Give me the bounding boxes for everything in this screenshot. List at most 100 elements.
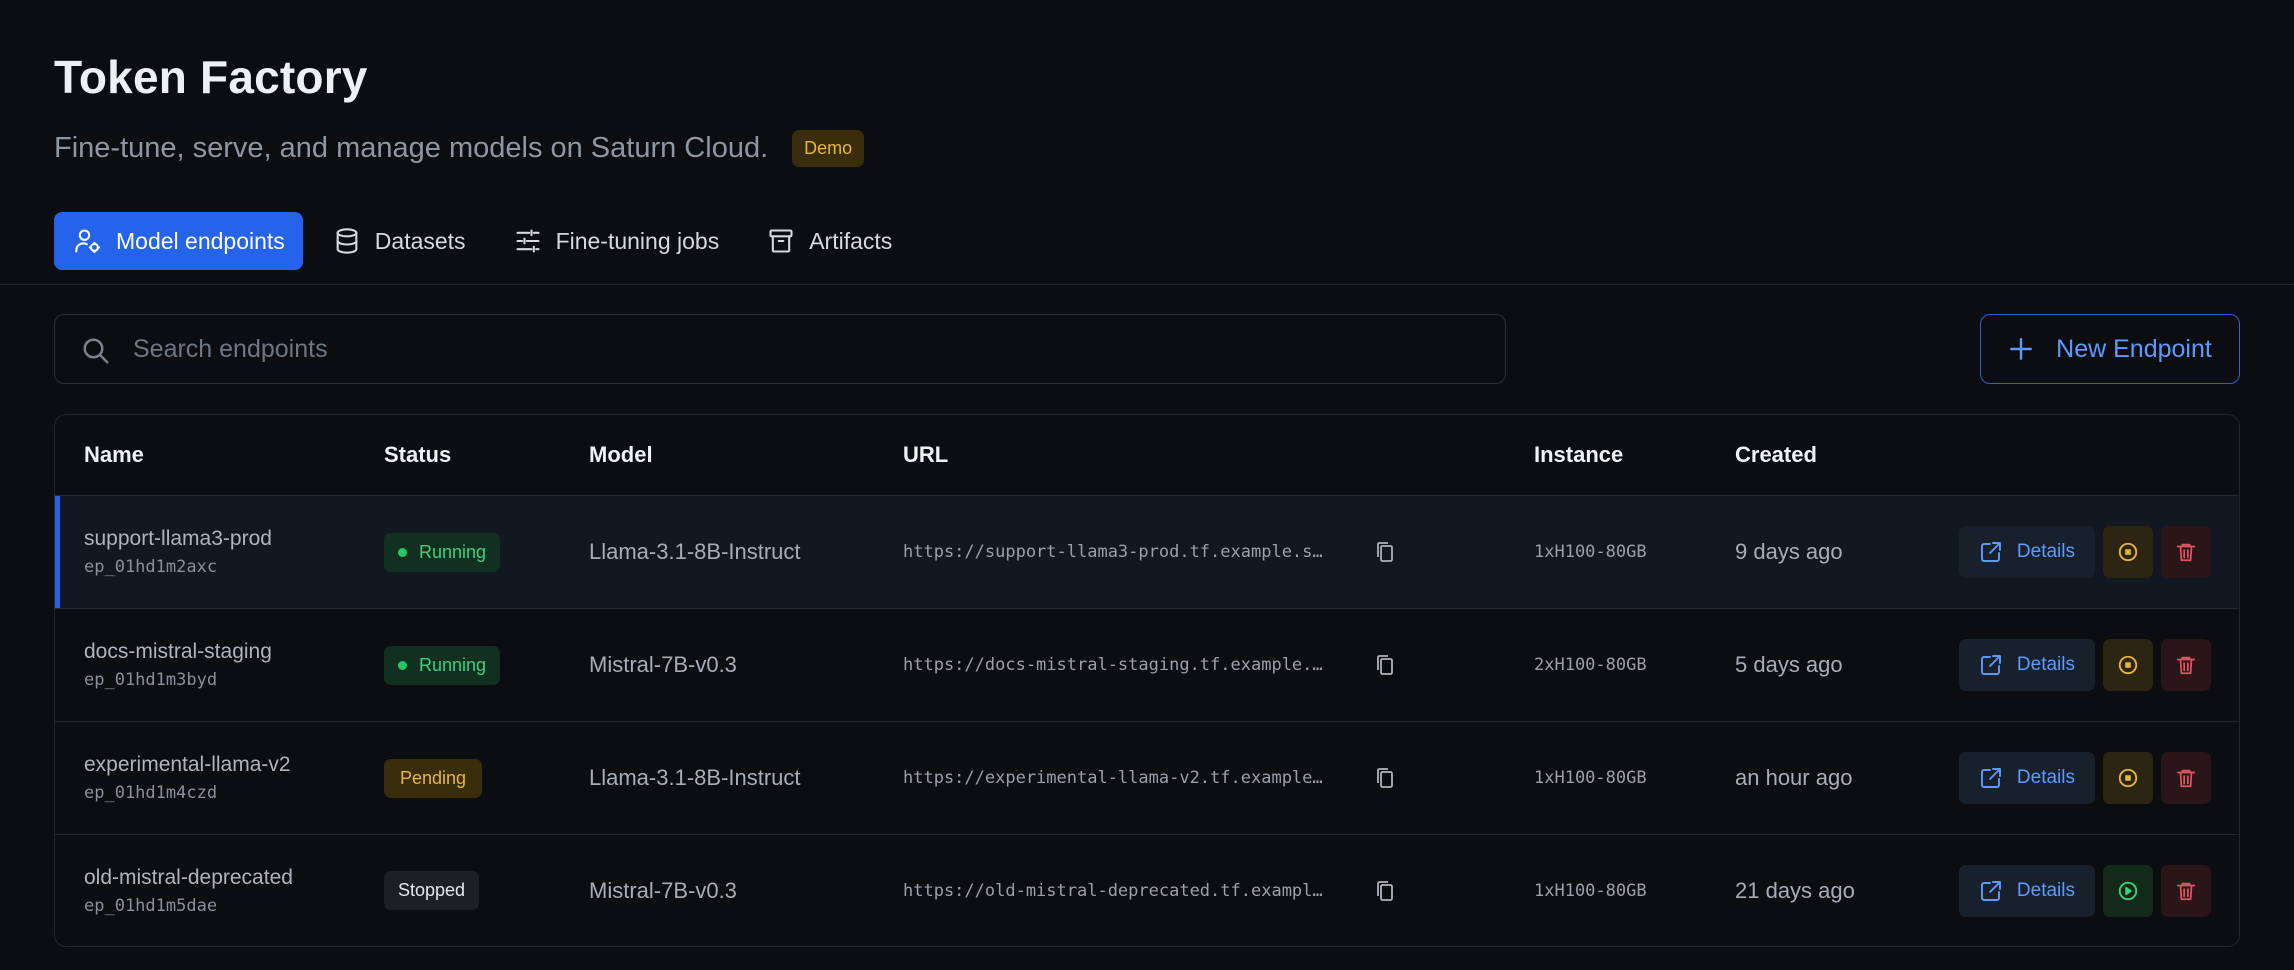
status-text: Running	[419, 654, 487, 675]
subtitle-row: Fine-tune, serve, and manage models on S…	[54, 130, 2240, 167]
search-input[interactable]	[55, 314, 1505, 384]
external-link-icon	[1980, 768, 2001, 788]
stop-button[interactable]	[2103, 526, 2153, 578]
status-badge: Pending	[384, 758, 483, 798]
status-dot	[398, 547, 407, 557]
endpoint-name-cell: docs-mistral-staging ep_01hd1m3byd	[55, 640, 384, 690]
url-cell: https://old-mistral-deprecated.tf.exampl…	[903, 879, 1534, 903]
header-name: Name	[84, 442, 144, 467]
table-row[interactable]: support-llama3-prod ep_01hd1m2axc Runnin…	[55, 496, 2239, 609]
endpoint-name-cell: old-mistral-deprecated ep_01hd1m5dae	[55, 866, 384, 916]
tab-bar: Model endpoints Datasets Fine-tuning job…	[54, 212, 2240, 270]
trash-icon	[2176, 543, 2196, 562]
table-row[interactable]: docs-mistral-staging ep_01hd1m3byd Runni…	[55, 609, 2239, 722]
instance-type: 1xH100-80GB	[1534, 880, 1647, 901]
user-settings-icon	[75, 229, 101, 254]
endpoint-name: experimental-llama-v2	[84, 753, 291, 776]
details-button[interactable]: Details	[1958, 752, 2095, 804]
status-cell: Pending	[384, 758, 589, 798]
copy-icon[interactable]	[1373, 766, 1397, 790]
tab-model-endpoints[interactable]: Model endpoints	[54, 212, 303, 270]
header-status: Status	[384, 442, 452, 467]
status-badge: Running	[384, 532, 501, 572]
endpoint-url: https://experimental-llama-v2.tf.example…	[903, 768, 1323, 788]
stop-circle-icon	[2118, 542, 2138, 562]
details-button[interactable]: Details	[1958, 526, 2095, 578]
delete-button[interactable]	[2161, 752, 2211, 804]
tab-datasets[interactable]: Datasets	[315, 212, 484, 270]
endpoint-url: https://docs-mistral-staging.tf.example.…	[903, 655, 1323, 675]
delete-button[interactable]	[2161, 639, 2211, 691]
tab-fine-tuning-jobs[interactable]: Fine-tuning jobs	[496, 212, 738, 270]
search-box	[54, 314, 1506, 384]
status-text: Running	[419, 541, 487, 562]
tab-label: Model endpoints	[116, 227, 285, 254]
new-endpoint-label: New Endpoint	[2056, 334, 2212, 363]
status-badge: Stopped	[384, 871, 480, 910]
external-link-icon	[1980, 655, 2001, 675]
created-time: 9 days ago	[1735, 539, 1843, 564]
tab-artifacts[interactable]: Artifacts	[749, 212, 910, 270]
endpoint-id: ep_01hd1m2axc	[84, 557, 218, 577]
endpoint-name-cell: experimental-llama-v2 ep_01hd1m4czd	[55, 753, 384, 803]
endpoint-id: ep_01hd1m3byd	[84, 670, 218, 690]
stop-button[interactable]	[2103, 639, 2153, 691]
endpoint-id: ep_01hd1m5dae	[84, 895, 218, 916]
row-actions: Details	[1935, 526, 2239, 578]
copy-icon[interactable]	[1373, 879, 1397, 903]
row-actions: Details	[1935, 752, 2239, 804]
details-button[interactable]: Details	[1958, 639, 2095, 691]
external-link-icon	[1980, 542, 2001, 562]
status-badge: Running	[384, 645, 501, 685]
archive-icon	[769, 229, 793, 253]
endpoint-name: old-mistral-deprecated	[84, 865, 293, 889]
new-endpoint-button[interactable]: New Endpoint	[1980, 314, 2240, 384]
tab-label: Artifacts	[809, 227, 893, 254]
instance-type: 2xH100-80GB	[1534, 655, 1647, 675]
trash-icon	[2176, 656, 2196, 675]
header-model: Model	[589, 442, 653, 467]
delete-button[interactable]	[2161, 864, 2211, 917]
details-label: Details	[2016, 654, 2075, 675]
stop-button[interactable]	[2103, 752, 2153, 804]
demo-badge: Demo	[792, 130, 865, 167]
details-button[interactable]: Details	[1958, 864, 2095, 917]
delete-button[interactable]	[2161, 526, 2211, 578]
row-actions: Details	[1935, 864, 2239, 917]
instance-type: 1xH100-80GB	[1534, 768, 1647, 788]
trash-icon	[2176, 769, 2196, 788]
search-icon	[83, 338, 109, 364]
page-subtitle: Fine-tune, serve, and manage models on S…	[54, 132, 769, 164]
row-actions: Details	[1935, 639, 2239, 691]
table-row[interactable]: old-mistral-deprecated ep_01hd1m5dae Sto…	[55, 835, 2239, 946]
sliders-icon	[516, 229, 540, 253]
header-created: Created	[1735, 442, 1817, 467]
page-header: Token Factory Fine-tune, serve, and mana…	[0, 0, 2294, 270]
status-cell: Running	[384, 645, 589, 685]
start-button[interactable]	[2103, 864, 2153, 917]
stop-circle-icon	[2118, 655, 2138, 675]
status-cell: Running	[384, 532, 589, 572]
model-name: Mistral-7B-v0.3	[589, 877, 737, 903]
instance-type: 1xH100-80GB	[1534, 542, 1647, 562]
model-name: Llama-3.1-8B-Instruct	[589, 539, 801, 564]
created-time: 21 days ago	[1735, 877, 1855, 903]
table-row[interactable]: experimental-llama-v2 ep_01hd1m4czd Pend…	[55, 722, 2239, 835]
play-circle-icon	[2118, 881, 2138, 900]
endpoint-url: https://support-llama3-prod.tf.example.s…	[903, 542, 1323, 562]
model-name: Llama-3.1-8B-Instruct	[589, 765, 801, 790]
trash-icon	[2176, 882, 2196, 900]
url-cell: https://experimental-llama-v2.tf.example…	[903, 766, 1534, 790]
copy-icon[interactable]	[1373, 653, 1397, 677]
endpoint-url: https://old-mistral-deprecated.tf.exampl…	[903, 880, 1323, 901]
url-cell: https://support-llama3-prod.tf.example.s…	[903, 540, 1534, 564]
url-cell: https://docs-mistral-staging.tf.example.…	[903, 653, 1534, 677]
page-title: Token Factory	[54, 51, 368, 103]
status-dot	[398, 660, 407, 670]
header-instance: Instance	[1534, 442, 1624, 467]
model-name: Mistral-7B-v0.3	[589, 652, 737, 677]
endpoints-table: Name Status Model URL Instance Created s…	[54, 414, 2240, 947]
copy-icon[interactable]	[1373, 540, 1397, 564]
status-cell: Stopped	[384, 871, 589, 910]
endpoint-name: support-llama3-prod	[84, 527, 272, 550]
